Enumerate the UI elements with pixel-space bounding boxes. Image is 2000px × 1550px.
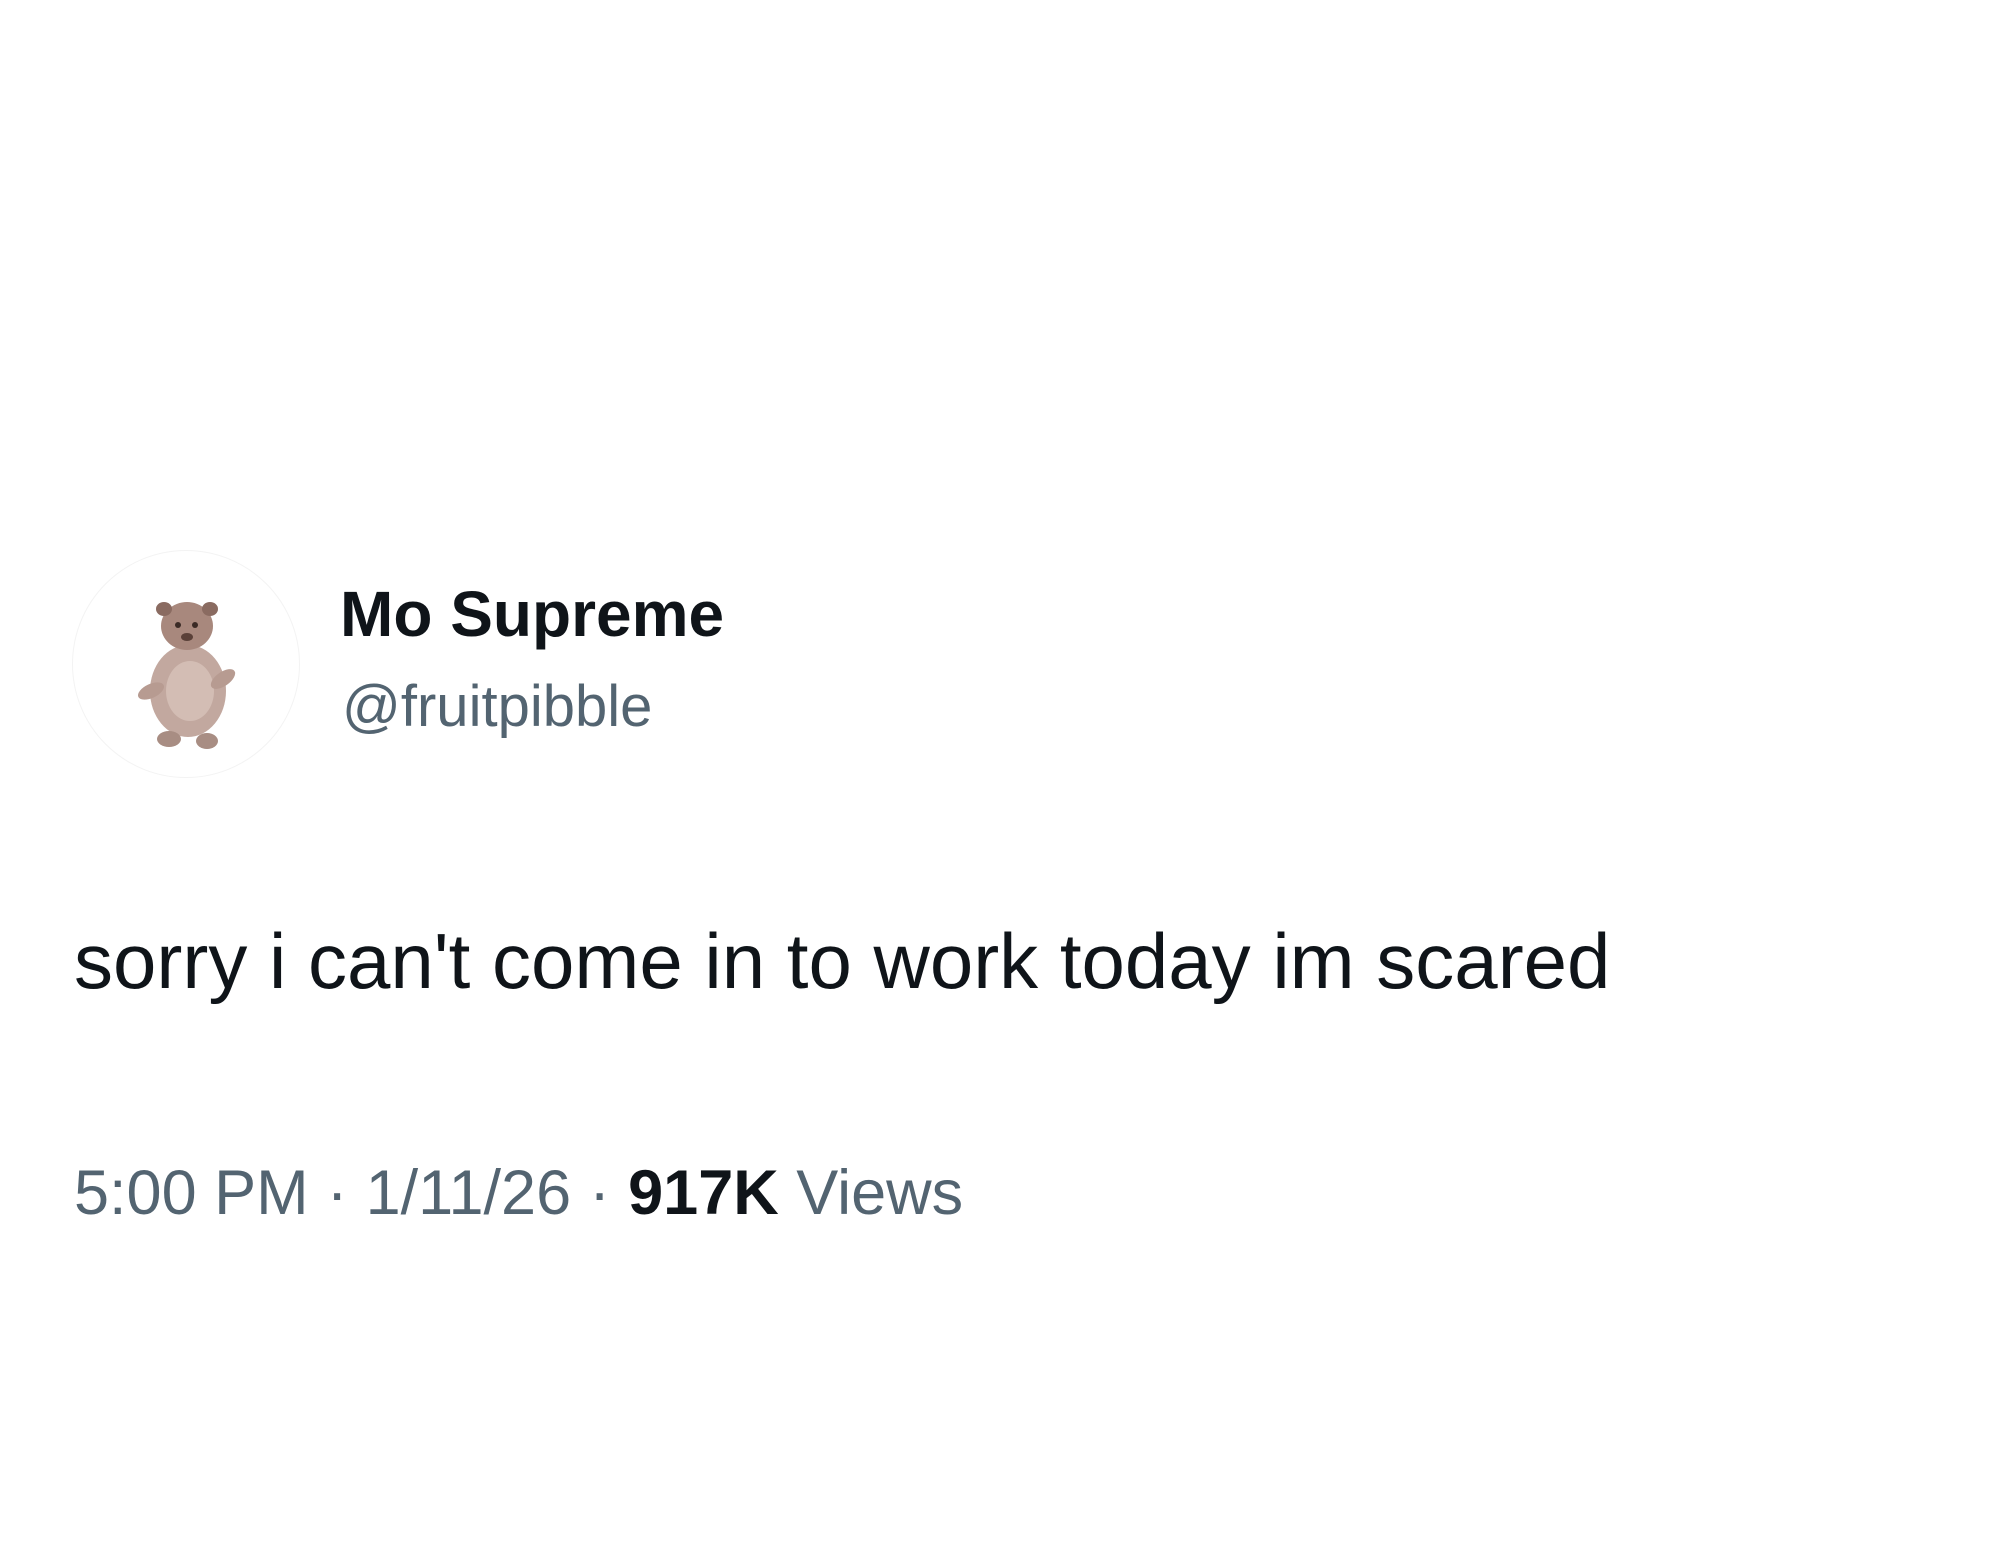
tweet-date[interactable]: 1/11/26 [366,1158,572,1228]
display-name[interactable]: Mo Supreme [340,582,724,646]
user-handle[interactable]: @fruitpibble [342,678,652,736]
pibble-dog-avatar-icon [137,602,236,749]
views-label: Views [796,1158,964,1228]
separator-dot: · [589,1158,611,1228]
avatar[interactable] [72,550,300,778]
tweet-card: Mo Supreme @fruitpibble sorry i can't co… [0,0,2000,1550]
separator-dot: · [326,1158,348,1228]
views-count: 917K [628,1158,779,1228]
tweet-time[interactable]: 5:00 PM [74,1158,309,1228]
tweet-meta: 5:00 PM · 1/11/26 · 917K Views [74,1162,963,1225]
tweet-text: sorry i can't come in to work today im s… [74,917,1611,1005]
